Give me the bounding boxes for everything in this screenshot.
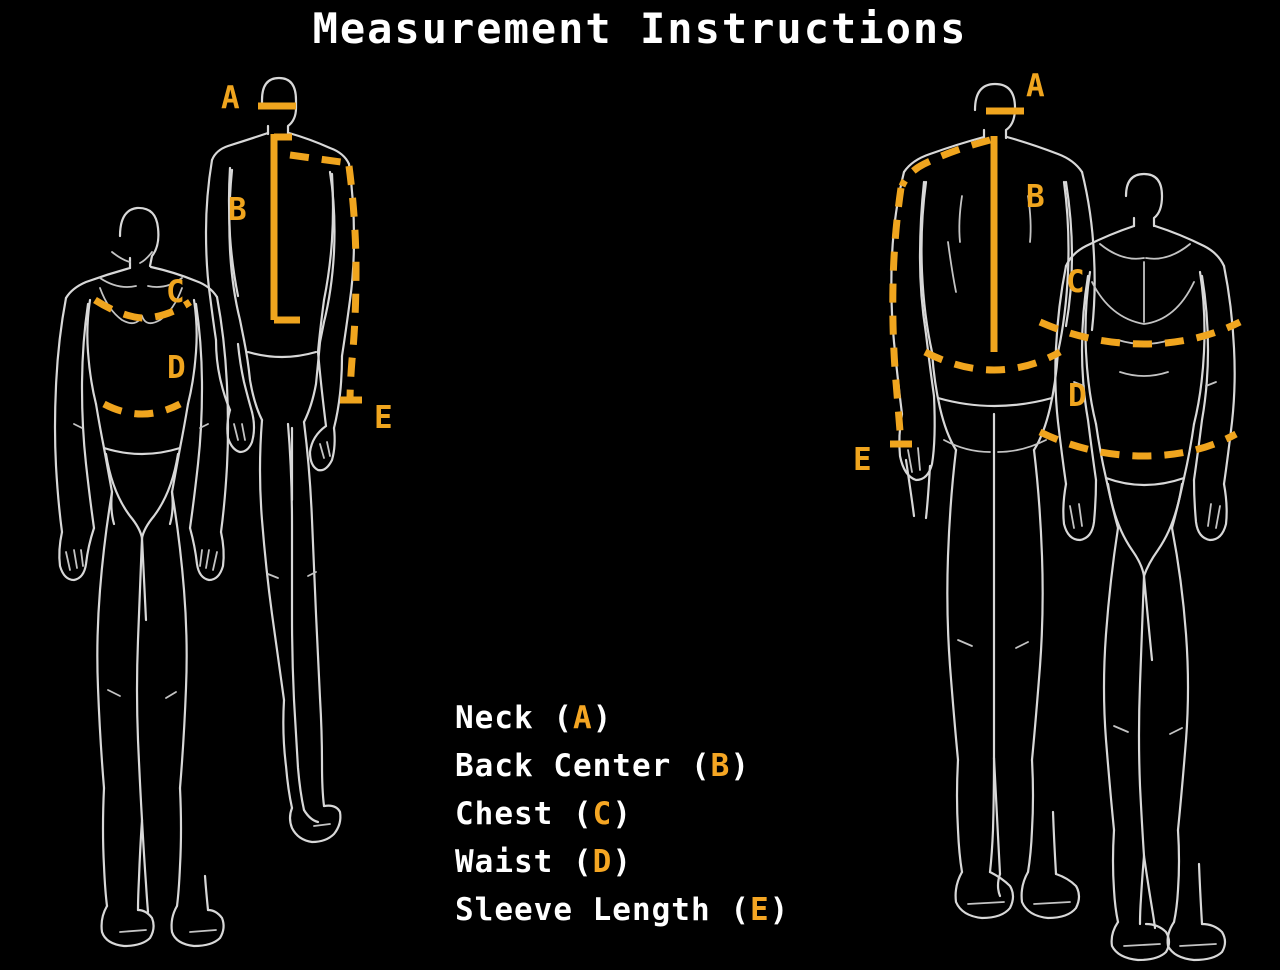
marker-label-d-right: D: [1068, 378, 1087, 414]
legend-open-paren-back-center: (: [690, 748, 711, 784]
legend-item-waist: Waist (D): [455, 838, 885, 886]
legend-key-waist: D: [592, 844, 613, 880]
legend-close-paren-neck: ): [592, 700, 613, 736]
legend-label-back-center: Back Center: [455, 748, 672, 784]
legend-close-paren-chest: ): [612, 796, 633, 832]
measurement-line-waist-right: [1038, 428, 1238, 460]
legend-open-paren-neck: (: [553, 700, 573, 736]
right-group-measurements: [889, 107, 1242, 460]
measurement-line-sleeve-right: [889, 187, 905, 445]
marker-label-b-left: B: [228, 192, 247, 228]
measurement-line-shoulder-right: [898, 136, 991, 188]
legend-key-sleeve-length: E: [749, 892, 770, 928]
legend-key-neck: A: [573, 700, 593, 736]
measurement-line-shoulder-left: [289, 151, 349, 167]
legend-open-paren-waist: (: [573, 844, 593, 880]
legend-item-sleeve-length: Sleeve Length (E): [455, 886, 885, 934]
measurement-legend: Neck (A) Back Center (B) Chest (C) Waist…: [455, 694, 885, 934]
legend-item-back-center: Back Center (B): [455, 742, 885, 790]
legend-close-paren-sleeve-length: ): [769, 892, 790, 928]
legend-close-paren-back-center: ): [730, 748, 750, 784]
marker-label-b-right: B: [1026, 179, 1045, 215]
marker-label-e-right: E: [853, 442, 872, 478]
legend-label-neck: Neck: [455, 700, 534, 736]
legend-key-chest: C: [592, 796, 613, 832]
marker-label-a-right: A: [1026, 68, 1045, 104]
legend-key-back-center: B: [710, 748, 731, 784]
legend-label-chest: Chest: [455, 796, 554, 832]
marker-label-c-left: C: [166, 274, 185, 310]
marker-label-d-left: D: [167, 350, 186, 386]
legend-label-waist: Waist: [455, 844, 554, 880]
measurement-line-waist-left: [102, 400, 182, 418]
measurement-line-chest-right: [1038, 318, 1242, 348]
legend-item-neck: Neck (A): [455, 694, 885, 742]
measurement-line-chest-back-right: [923, 348, 1062, 374]
measurement-diagram-canvas: Measurement Instructions A B C D E A B C…: [0, 0, 1280, 970]
legend-label-sleeve-length: Sleeve Length: [455, 892, 711, 928]
legend-close-paren-waist: ): [612, 844, 633, 880]
left-group-measurements: [93, 102, 362, 418]
marker-label-c-right: C: [1066, 264, 1085, 300]
legend-item-chest: Chest (C): [455, 790, 885, 838]
legend-open-paren-sleeve-length: (: [730, 892, 750, 928]
legend-open-paren-chest: (: [573, 796, 593, 832]
marker-label-e-left: E: [374, 400, 393, 436]
marker-label-a-left: A: [221, 80, 240, 116]
